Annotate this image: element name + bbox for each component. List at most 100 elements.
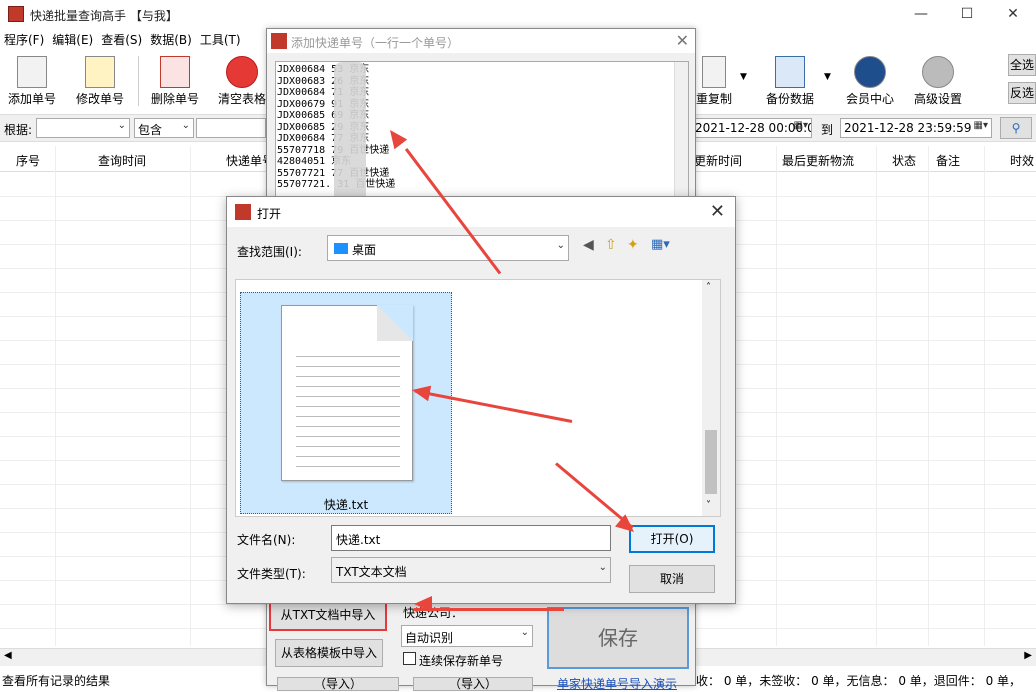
menu-view[interactable]: 查看(S) bbox=[97, 28, 146, 51]
textarea-scrollbar[interactable] bbox=[674, 62, 688, 200]
save-disk-icon bbox=[775, 56, 805, 88]
filename-input[interactable]: 快递.txt bbox=[331, 525, 611, 551]
app-icon bbox=[8, 6, 24, 22]
copy-button[interactable]: 重复制 bbox=[690, 54, 738, 110]
invert-selection-button[interactable]: 反选 bbox=[1008, 82, 1036, 104]
save-button[interactable]: 保存 bbox=[547, 607, 689, 669]
bottom-import-button-2[interactable]: （导入） bbox=[413, 677, 533, 691]
col-query-time[interactable]: 查询时间 bbox=[98, 152, 146, 169]
col-update-time[interactable]: 更新时间 bbox=[694, 152, 742, 169]
grid-line bbox=[190, 146, 191, 646]
up-folder-icon[interactable]: ⇧ bbox=[605, 237, 617, 253]
scroll-right-icon[interactable]: ▶ bbox=[1024, 650, 1032, 661]
menu-bar: 程序(F)编辑(E)查看(S)数据(B)工具(T)公告 bbox=[0, 28, 270, 70]
calendar-icon: ▦▾ bbox=[793, 120, 808, 131]
window-title: 快递批量查询高手 【与我】 bbox=[30, 9, 178, 23]
cancel-button[interactable]: 取消 bbox=[629, 565, 715, 593]
menu-data[interactable]: 数据(B) bbox=[146, 28, 196, 51]
scrollbar-thumb[interactable] bbox=[705, 430, 717, 494]
open-file-dialog: 打开 ✕ 查找范围(I): 桌面 ⌄ ◀ ⇧ ✦ ▦▾ 快递.txt ˄ ˅ 文件… bbox=[226, 196, 736, 604]
maximize-button[interactable]: ☐ bbox=[944, 0, 990, 28]
filetype-select[interactable]: TXT文本文档 ⌄ bbox=[331, 557, 611, 583]
edit-number-button[interactable]: 修改单号 bbox=[68, 54, 132, 110]
close-button[interactable]: ✕ bbox=[990, 0, 1036, 28]
courier-company-select[interactable]: 自动识别 ⌄ bbox=[401, 625, 533, 647]
pencil-icon bbox=[85, 56, 115, 88]
filter-field-select[interactable]: ⌄ bbox=[36, 118, 130, 138]
new-folder-icon[interactable]: ✦ bbox=[627, 237, 639, 253]
status-text: 查看所有记录的结果 bbox=[2, 674, 111, 688]
continue-save-label: 连续保存新单号 bbox=[419, 654, 504, 668]
scroll-up-icon[interactable]: ˄ bbox=[706, 282, 711, 293]
close-icon[interactable]: ✕ bbox=[710, 201, 725, 222]
filter-keyword-input[interactable] bbox=[196, 118, 266, 138]
advanced-settings-button[interactable]: 高级设置 bbox=[906, 54, 970, 110]
chevron-down-icon: ⌄ bbox=[181, 120, 190, 131]
file-list[interactable]: 快递.txt ˄ ˅ bbox=[235, 279, 721, 517]
privacy-blur bbox=[334, 62, 366, 200]
document-icon bbox=[17, 56, 47, 88]
delete-number-button[interactable]: 删除单号 bbox=[143, 54, 207, 110]
dialog-title-bar: 打开 ✕ bbox=[227, 197, 735, 227]
search-button[interactable]: ⚲ bbox=[1000, 117, 1032, 139]
bottom-import-button-1[interactable]: （导入） bbox=[277, 677, 399, 691]
select-all-button[interactable]: 全选 bbox=[1008, 54, 1036, 76]
gear-icon bbox=[922, 56, 954, 88]
file-item[interactable]: 快递.txt bbox=[240, 292, 452, 514]
chevron-down-icon: ⌄ bbox=[598, 562, 607, 573]
member-center-button[interactable]: 会员中心 bbox=[838, 54, 902, 110]
clear-icon bbox=[226, 56, 258, 88]
filetype-label: 文件类型(T): bbox=[237, 567, 306, 581]
dialog-title-bar: 添加快递单号（一行一个单号） ✕ bbox=[267, 29, 695, 53]
file-list-scrollbar[interactable]: ˄ ˅ bbox=[702, 280, 720, 516]
arrow-head bbox=[414, 596, 432, 612]
date-to-picker[interactable]: 2021-12-28 23:59:59 ▦▾ bbox=[840, 118, 992, 138]
scroll-left-icon[interactable]: ◀ bbox=[4, 650, 12, 661]
grid-line bbox=[776, 146, 777, 646]
add-number-button[interactable]: 添加单号 bbox=[0, 54, 64, 110]
chevron-down-icon: ⌄ bbox=[520, 627, 529, 638]
menu-tools[interactable]: 工具(T) bbox=[196, 28, 245, 51]
continue-save-checkbox[interactable] bbox=[403, 652, 416, 665]
col-timeliness[interactable]: 时效 bbox=[1010, 152, 1034, 169]
grid-line bbox=[876, 146, 877, 646]
col-remark[interactable]: 备注 bbox=[936, 152, 960, 169]
clear-table-button[interactable]: 清空表格 bbox=[210, 54, 274, 110]
desktop-icon bbox=[334, 243, 348, 254]
grid-line bbox=[55, 146, 56, 646]
menu-program[interactable]: 程序(F) bbox=[0, 28, 48, 51]
col-index[interactable]: 序号 bbox=[16, 152, 40, 169]
text-file-icon bbox=[281, 305, 413, 481]
courier-company-label: 快递公司： bbox=[403, 606, 464, 620]
dialog-title: 打开 bbox=[257, 207, 282, 221]
close-icon[interactable]: ✕ bbox=[676, 31, 689, 50]
copy-dropdown-icon[interactable]: ▼ bbox=[740, 72, 747, 82]
numbers-textarea[interactable]: JDX00684 53 京东 JDX00683 26 京东 JDX00684 7… bbox=[275, 61, 689, 201]
app-icon bbox=[271, 33, 287, 49]
backup-data-button[interactable]: 备份数据 bbox=[758, 54, 822, 110]
scroll-down-icon[interactable]: ˅ bbox=[706, 500, 711, 511]
dialog-title: 添加快递单号（一行一个单号） bbox=[291, 36, 460, 50]
import-table-button[interactable]: 从表格模板中导入 bbox=[275, 639, 383, 667]
date-from-picker[interactable]: 2021-12-28 00:00:00 ▦▾ bbox=[692, 118, 812, 138]
view-menu-icon[interactable]: ▦▾ bbox=[651, 237, 670, 252]
col-status[interactable]: 状态 bbox=[892, 152, 916, 169]
minimize-button[interactable]: — bbox=[898, 0, 944, 28]
copy-icon bbox=[702, 56, 726, 88]
title-bar: 快递批量查询高手 【与我】 — ☐ ✕ bbox=[0, 0, 1036, 28]
backup-dropdown-icon[interactable]: ▼ bbox=[824, 72, 831, 82]
calendar-icon: ▦▾ bbox=[973, 120, 988, 131]
look-in-label: 查找范围(I): bbox=[237, 245, 302, 259]
clock-icon bbox=[854, 56, 886, 88]
back-icon[interactable]: ◀ bbox=[583, 237, 594, 253]
arrow-head bbox=[410, 382, 432, 402]
open-button[interactable]: 打开(O) bbox=[629, 525, 715, 553]
demo-link[interactable]: 单家快递单号导入演示 bbox=[557, 675, 677, 692]
look-in-select[interactable]: 桌面 ⌄ bbox=[327, 235, 569, 261]
to-label: 到 bbox=[821, 123, 834, 137]
grid-line bbox=[928, 146, 929, 646]
delete-icon bbox=[160, 56, 190, 88]
filter-mode-select[interactable]: 包含 ⌄ bbox=[134, 118, 194, 138]
col-last-logistics[interactable]: 最后更新物流 bbox=[782, 152, 854, 169]
menu-edit[interactable]: 编辑(E) bbox=[48, 28, 97, 51]
